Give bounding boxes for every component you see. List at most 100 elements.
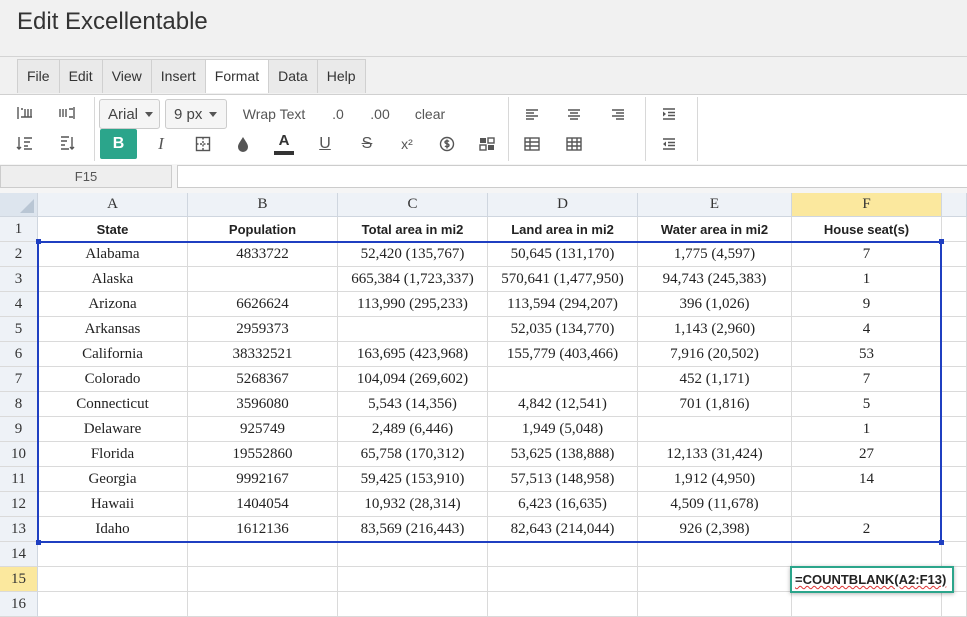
cell-b5[interactable]: 2959373 <box>188 317 338 342</box>
cell-f4[interactable]: 9 <box>792 292 942 317</box>
column-header-b[interactable]: B <box>188 193 338 217</box>
menu-edit[interactable]: Edit <box>60 60 103 93</box>
font-family-dropdown[interactable]: Arial <box>99 99 160 129</box>
cell-g1[interactable] <box>942 217 967 242</box>
row-header-16[interactable]: 16 <box>0 592 38 617</box>
selection-handle[interactable] <box>36 239 41 244</box>
cell-e9[interactable] <box>638 417 792 442</box>
cell-e6[interactable]: 7,916 (20,502) <box>638 342 792 367</box>
cell-c8[interactable]: 5,543 (14,356) <box>338 392 488 417</box>
row-header-2[interactable]: 2 <box>0 242 38 267</box>
cell-b13[interactable]: 1612136 <box>188 517 338 542</box>
cell-b2[interactable]: 4833722 <box>188 242 338 267</box>
cell-b14[interactable] <box>188 542 338 567</box>
menu-view[interactable]: View <box>103 60 152 93</box>
row-header-13[interactable]: 13 <box>0 517 38 542</box>
row-header-15[interactable]: 15 <box>0 567 38 592</box>
cell-f8[interactable]: 5 <box>792 392 942 417</box>
cell-b15[interactable] <box>188 567 338 592</box>
cell-c16[interactable] <box>338 592 488 617</box>
cell-c2[interactable]: 52,420 (135,767) <box>338 242 488 267</box>
increase-decimal-button[interactable]: .00 <box>364 100 396 128</box>
cell-a12[interactable]: Hawaii <box>38 492 188 517</box>
align-right-icon[interactable] <box>605 100 631 128</box>
column-header-d[interactable]: D <box>488 193 638 217</box>
cell-b11[interactable]: 9992167 <box>188 467 338 492</box>
column-header-f[interactable]: F <box>792 193 942 217</box>
cell-g3[interactable] <box>942 267 967 292</box>
cell-a11[interactable]: Georgia <box>38 467 188 492</box>
cell-b7[interactable]: 5268367 <box>188 367 338 392</box>
row-header-14[interactable]: 14 <box>0 542 38 567</box>
selection-handle[interactable] <box>939 239 944 244</box>
cell-g5[interactable] <box>942 317 967 342</box>
bold-button[interactable]: B <box>100 129 137 159</box>
select-all-corner[interactable] <box>0 193 38 217</box>
cell-d2[interactable]: 50,645 (131,170) <box>488 242 638 267</box>
cell-e12[interactable]: 4,509 (11,678) <box>638 492 792 517</box>
decrease-decimal-button[interactable]: .0 <box>324 100 352 128</box>
insert-column-icon[interactable] <box>561 130 587 158</box>
cell-e16[interactable] <box>638 592 792 617</box>
align-left-icon[interactable] <box>519 100 545 128</box>
cell-f3[interactable]: 1 <box>792 267 942 292</box>
cell-g12[interactable] <box>942 492 967 517</box>
cell-e13[interactable]: 926 (2,398) <box>638 517 792 542</box>
cell-a4[interactable]: Arizona <box>38 292 188 317</box>
name-box[interactable]: F15 <box>0 165 172 188</box>
row-header-7[interactable]: 7 <box>0 367 38 392</box>
font-size-dropdown[interactable]: 9 px <box>165 99 227 129</box>
column-header-a[interactable]: A <box>38 193 188 217</box>
row-header-5[interactable]: 5 <box>0 317 38 342</box>
cell-f5[interactable]: 4 <box>792 317 942 342</box>
cell-f13[interactable]: 2 <box>792 517 942 542</box>
cell-g13[interactable] <box>942 517 967 542</box>
indent-decrease-icon[interactable] <box>656 130 682 158</box>
column-header-c[interactable]: C <box>338 193 488 217</box>
italic-button[interactable]: I <box>148 130 174 158</box>
cell-e15[interactable] <box>638 567 792 592</box>
cell-c4[interactable]: 113,990 (295,233) <box>338 292 488 317</box>
cell-d9[interactable]: 1,949 (5,048) <box>488 417 638 442</box>
row-header-1[interactable]: 1 <box>0 217 38 242</box>
cell-e4[interactable]: 396 (1,026) <box>638 292 792 317</box>
cell-f10[interactable]: 27 <box>792 442 942 467</box>
row-header-11[interactable]: 11 <box>0 467 38 492</box>
clear-format-button[interactable]: clear <box>410 100 450 128</box>
cell-g7[interactable] <box>942 367 967 392</box>
currency-icon[interactable] <box>434 130 460 158</box>
cell-a7[interactable]: Colorado <box>38 367 188 392</box>
cell-g8[interactable] <box>942 392 967 417</box>
cell-b9[interactable]: 925749 <box>188 417 338 442</box>
menu-file[interactable]: File <box>18 60 60 93</box>
align-center-icon[interactable] <box>561 100 587 128</box>
cell-g14[interactable] <box>942 542 967 567</box>
cell-b16[interactable] <box>188 592 338 617</box>
cell-c14[interactable] <box>338 542 488 567</box>
cell-a3[interactable]: Alaska <box>38 267 188 292</box>
cell-d7[interactable] <box>488 367 638 392</box>
formula-input[interactable] <box>177 165 967 188</box>
cell-d10[interactable]: 53,625 (138,888) <box>488 442 638 467</box>
sort-ascending-icon[interactable] <box>12 130 38 156</box>
header-cell-f[interactable]: House seat(s) <box>792 217 942 242</box>
menu-data[interactable]: Data <box>269 60 318 93</box>
cell-c3[interactable]: 665,384 (1,723,337) <box>338 267 488 292</box>
cell-e2[interactable]: 1,775 (4,597) <box>638 242 792 267</box>
cell-g2[interactable] <box>942 242 967 267</box>
cell-d16[interactable] <box>488 592 638 617</box>
row-header-6[interactable]: 6 <box>0 342 38 367</box>
fill-color-icon[interactable] <box>230 130 256 158</box>
cell-g6[interactable] <box>942 342 967 367</box>
menu-help[interactable]: Help <box>318 60 365 93</box>
cell-f7[interactable]: 7 <box>792 367 942 392</box>
indent-increase-icon[interactable] <box>656 100 682 128</box>
cell-a2[interactable]: Alabama <box>38 242 188 267</box>
cell-e3[interactable]: 94,743 (245,383) <box>638 267 792 292</box>
cell-b8[interactable]: 3596080 <box>188 392 338 417</box>
row-header-9[interactable]: 9 <box>0 417 38 442</box>
cell-c11[interactable]: 59,425 (153,910) <box>338 467 488 492</box>
cell-c12[interactable]: 10,932 (28,314) <box>338 492 488 517</box>
cell-d6[interactable]: 155,779 (403,466) <box>488 342 638 367</box>
cell-a15[interactable] <box>38 567 188 592</box>
